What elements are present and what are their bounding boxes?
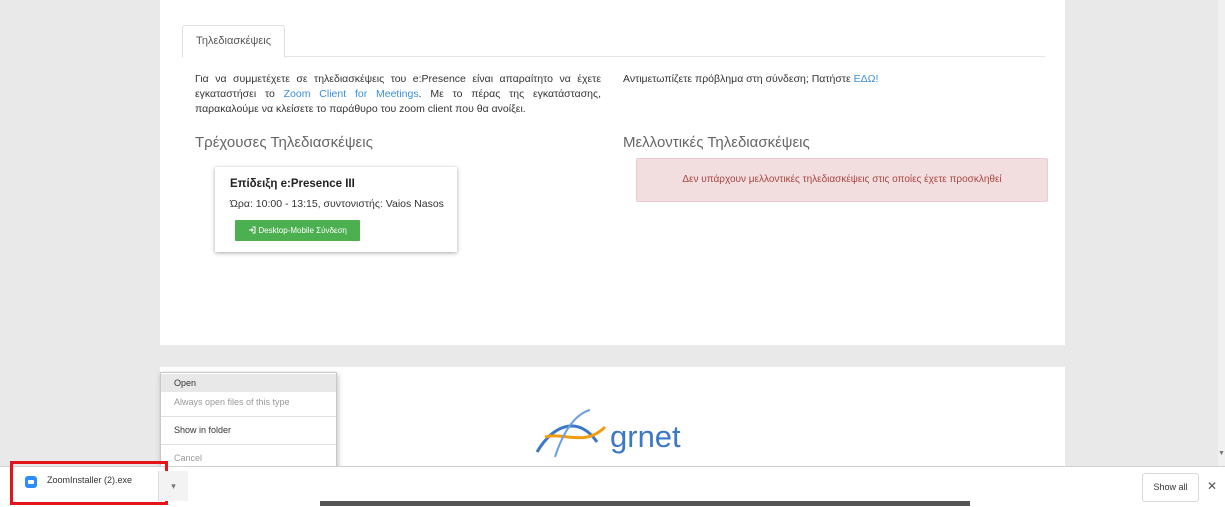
join-button[interactable]: Desktop-Mobile Σύνδεση [235,220,360,241]
meeting-time: Ώρα: 10:00 - 13:15, συντονιστής: Vaios N… [230,198,444,210]
meeting-name: Επίδειξη e:Presence III [230,178,355,190]
grnet-swoosh-icon [535,409,607,458]
zoom-client-link[interactable]: Zoom Client for Meetings [284,88,419,100]
download-file-name: ZoomInstaller (2).exe [47,475,133,485]
intro-text: Για να συμμετέχετε σε τηλεδιασκέψεις του… [195,72,601,117]
help-link[interactable]: ΕΔΩ! [854,73,879,85]
zoom-file-icon [25,476,37,488]
tab-meetings[interactable]: Τηλεδιασκέψεις [182,25,286,58]
join-button-label: Desktop-Mobile Σύνδεση [258,226,347,235]
taskbar-strip [320,501,970,506]
download-context-menu: Open Always open files of this type Show… [160,372,337,470]
tab-bar: Τηλεδιασκέψεις [182,25,1045,58]
close-icon[interactable]: ✕ [1205,473,1219,500]
menu-item-show-in-folder[interactable]: Show in folder [161,421,336,439]
meetings-panel: Τηλεδιασκέψεις Για να συμμετέχετε σε τηλ… [160,0,1065,345]
menu-item-cancel[interactable]: Cancel [161,449,336,467]
meeting-card: Επίδειξη e:Presence III Ώρα: 10:00 - 13:… [215,167,457,252]
scroll-down-icon[interactable]: ▼ [1218,450,1225,460]
page-scrollbar[interactable] [1218,0,1225,466]
sign-in-icon [248,226,258,235]
menu-item-open[interactable]: Open [161,374,336,392]
grnet-logo[interactable]: grnet [535,402,700,462]
problem-text: Αντιμετωπίζετε πρόβλημα στη σύνδεση; Πατ… [623,73,854,85]
menu-divider [161,444,336,445]
menu-item-always-open[interactable]: Always open files of this type [161,393,336,411]
grnet-logo-text: grnet [610,419,681,454]
chevron-down-icon[interactable]: ▾ [158,471,188,501]
current-meetings-title: Τρέχουσες Τηλεδιασκέψεις [195,134,373,151]
connection-problem-text: Αντιμετωπίζετε πρόβλημα στη σύνδεση; Πατ… [623,72,1043,87]
future-meetings-title: Μελλοντικές Τηλεδιασκέψεις [623,134,810,151]
no-future-meetings-alert: Δεν υπάρχουν μελλοντικές τηλεδιασκέψεις … [636,158,1048,202]
menu-divider [161,416,336,417]
download-item[interactable]: ZoomInstaller (2).exe [10,461,168,505]
show-all-button[interactable]: Show all [1142,473,1199,502]
